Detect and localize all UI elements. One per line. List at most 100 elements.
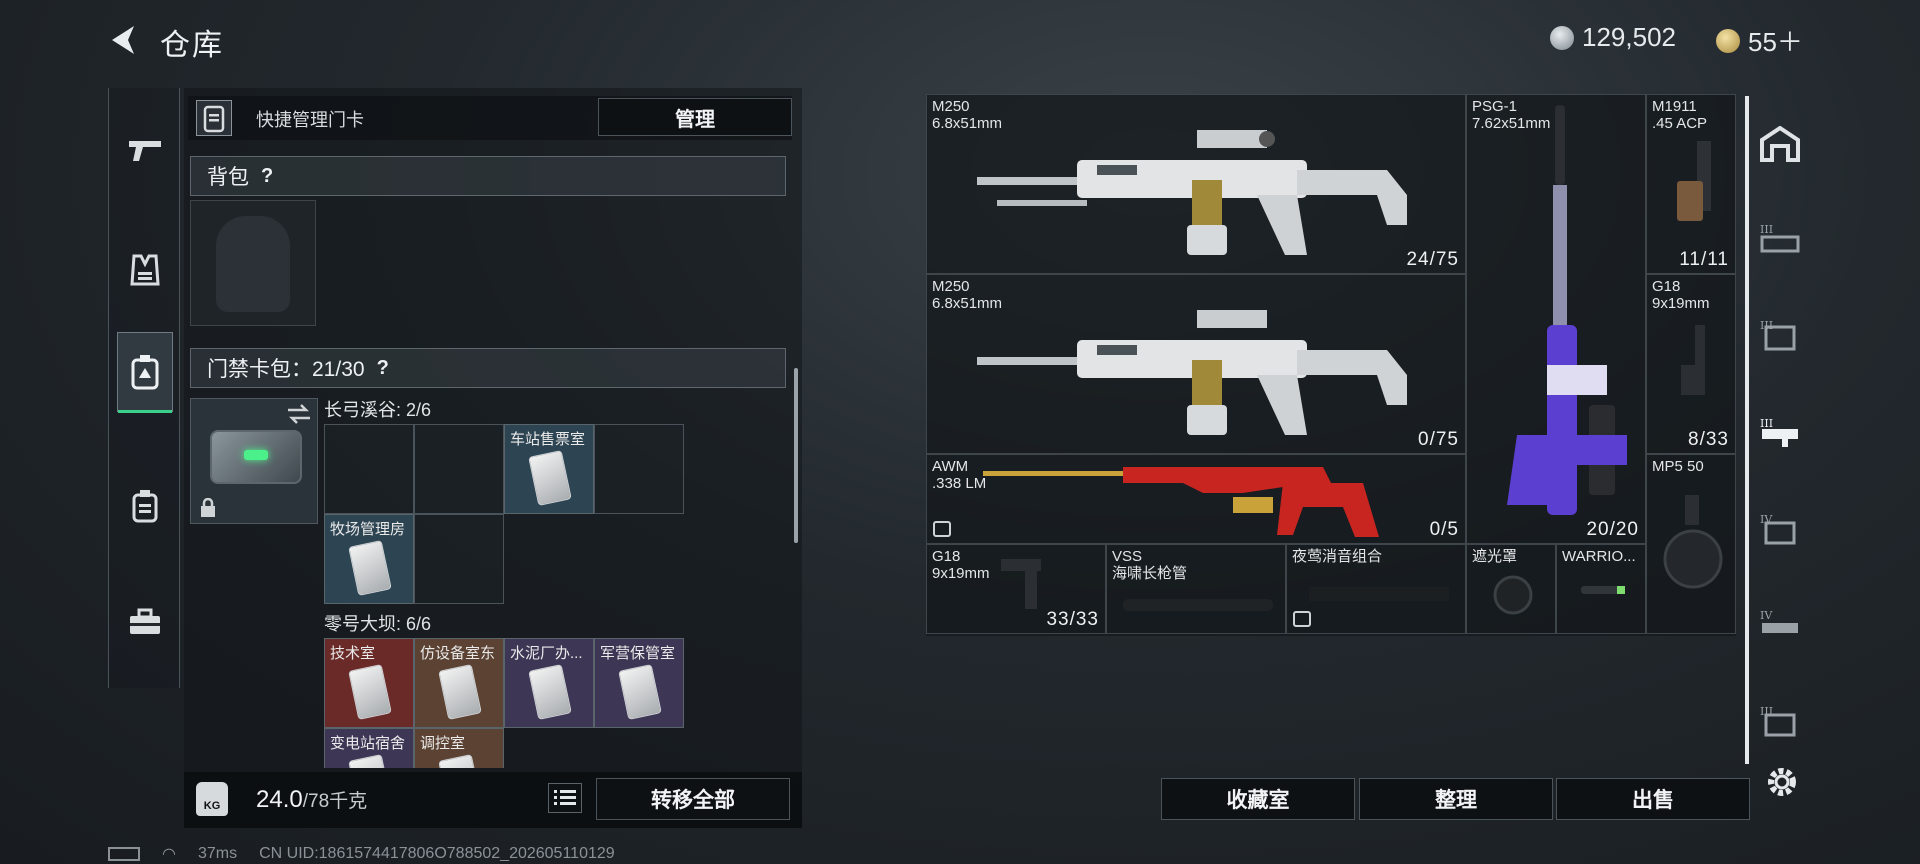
g18-image: [1001, 559, 1041, 609]
storage-room-icon[interactable]: [1756, 120, 1804, 168]
item-name: AWM .338 LM: [932, 458, 987, 492]
list-view-icon[interactable]: [548, 783, 582, 813]
backpack-icon[interactable]: [117, 466, 173, 546]
group-title-longbow: 长弓溪谷: 2/6: [324, 400, 432, 420]
item-m250-1[interactable]: M250 6.8x51mm 24/75: [926, 94, 1466, 274]
barrel-image: [1123, 599, 1273, 611]
keycard-name: 调控室: [420, 735, 466, 752]
ammo-count: 0/75: [1418, 429, 1459, 450]
silver-currency[interactable]: 129,502: [1550, 22, 1676, 53]
ammo-count: 0/5: [1429, 519, 1459, 540]
shelf-iii-c-icon[interactable]: III: [1756, 408, 1804, 456]
svg-text:IV: IV: [1760, 609, 1773, 622]
keycard-barracks-storage[interactable]: 军营保管室: [594, 638, 684, 728]
item-name: VSS 海啸长枪管: [1112, 548, 1188, 582]
gun-icon[interactable]: [117, 110, 173, 190]
back-icon[interactable]: [104, 20, 144, 60]
ammo-count: 33/33: [1046, 609, 1099, 630]
manage-button[interactable]: 管理: [598, 98, 792, 136]
armor-vest-icon[interactable]: [117, 230, 173, 310]
m250-image: [977, 310, 1407, 435]
m1911-image: [1677, 141, 1711, 221]
keycard-image: [528, 664, 572, 720]
keycard-image: [348, 664, 392, 720]
keycard-image: [438, 754, 482, 768]
weight-display: 24.0/78千克: [256, 786, 367, 814]
uid-text: CN UID:1861574417806O788502_202605110129: [259, 845, 615, 862]
toolbox-icon[interactable]: [117, 582, 173, 662]
empty-slot[interactable]: [414, 514, 504, 604]
weight-max: /78千克: [302, 791, 368, 812]
keycard-case-icon[interactable]: [117, 332, 173, 413]
keycard-image: [618, 664, 662, 720]
empty-slot[interactable]: [414, 424, 504, 514]
item-g18-2[interactable]: G18 9x19mm 33/33: [926, 544, 1106, 634]
silver-coin-icon: [1550, 25, 1574, 50]
item-m250-2[interactable]: M250 6.8x51mm 0/75: [926, 274, 1466, 454]
gold-amount: 55＋: [1748, 27, 1803, 57]
keycard-name: 仿设备室东: [420, 645, 496, 662]
empty-slot[interactable]: [594, 424, 684, 514]
backpack-silhouette-icon: [216, 216, 290, 312]
item-vss-barrel[interactable]: VSS 海啸长枪管: [1106, 544, 1286, 634]
item-suppressor-combo[interactable]: 夜莺消音组合: [1286, 544, 1466, 634]
shelf-iii-icon[interactable]: III: [1756, 214, 1804, 262]
backpack-title: 背包: [207, 166, 249, 189]
ammo-count: 8/33: [1688, 429, 1729, 450]
keycard-image: [348, 540, 392, 596]
item-warrior[interactable]: WARRIO...: [1556, 544, 1646, 634]
left-tab-strip: [108, 88, 180, 688]
item-sunshade[interactable]: 遮光罩: [1466, 544, 1556, 634]
svg-text:III: III: [1760, 223, 1773, 236]
item-name: G18 9x19mm: [1652, 278, 1710, 312]
right-tab-strip: III III III IV IV III: [1748, 92, 1812, 764]
group-title-zero-dam: 零号大坝: 6/6: [324, 614, 432, 634]
longbow-keycard-grid: 车站售票室 牧场管理房: [324, 424, 684, 604]
stash-grid: M250 6.8x51mm 24/75 M250 6.8x51mm 0/75 A…: [926, 94, 1736, 636]
keycard-help-icon[interactable]: ?: [377, 357, 389, 380]
keycard-name: 变电站宿舍: [330, 735, 406, 752]
drum-mag-image: [1663, 495, 1723, 589]
keycard-ranch-office[interactable]: 牧场管理房: [324, 514, 414, 604]
psg1-image: [1507, 105, 1627, 515]
backpack-help-icon[interactable]: ?: [261, 165, 273, 188]
keycard-cement-office[interactable]: 水泥厂办...: [504, 638, 594, 728]
keycard-tech-room[interactable]: 技术室: [324, 638, 414, 728]
keycard-name: 军营保管室: [600, 645, 676, 662]
gold-coin-icon: [1716, 28, 1740, 53]
keycard-name: 技术室: [330, 645, 376, 662]
organize-button[interactable]: 整理: [1359, 778, 1553, 820]
shelf-iv-icon[interactable]: IV: [1756, 504, 1804, 552]
swap-icon[interactable]: [286, 403, 312, 430]
item-name: MP5 50: [1652, 458, 1704, 475]
settings-gear-icon[interactable]: [1764, 764, 1800, 800]
left-panel-scrollbar[interactable]: [794, 368, 798, 543]
keycard-manage-icon: [196, 100, 232, 136]
empty-slot[interactable]: [324, 424, 414, 514]
m250-image: [977, 130, 1407, 255]
keycard-station-ticket[interactable]: 车站售票室: [504, 424, 594, 514]
keycard-image: [438, 664, 482, 720]
transfer-all-button[interactable]: 转移全部: [596, 778, 790, 820]
item-mp5-50[interactable]: MP5 50: [1646, 454, 1736, 634]
keycard-image: [528, 450, 572, 506]
collection-room-button[interactable]: 收藏室: [1161, 778, 1355, 820]
shelf-iv-b-icon[interactable]: IV: [1756, 600, 1804, 648]
g18-image: [1681, 325, 1705, 395]
gold-currency[interactable]: 55＋: [1716, 22, 1803, 59]
item-awm[interactable]: AWM .338 LM 0/5: [926, 454, 1466, 544]
shelf-iii-b-icon[interactable]: III: [1756, 310, 1804, 358]
item-m1911[interactable]: M1911.45 ACP 11/11: [1646, 94, 1736, 274]
item-psg1[interactable]: PSG-1 7.62x51mm 20/20: [1466, 94, 1646, 544]
keycard-substation-dorm[interactable]: 变电站宿舍: [324, 728, 414, 768]
awm-image: [983, 467, 1379, 537]
ammo-count: 11/11: [1679, 249, 1729, 270]
shelf-v-icon[interactable]: III: [1756, 696, 1804, 744]
keycard-equipment-east[interactable]: 仿设备室东: [414, 638, 504, 728]
keycard-case-title: 门禁卡包：21/30: [207, 358, 365, 381]
item-g18-1[interactable]: G18 9x19mm 8/33: [1646, 274, 1736, 454]
keycard-control-room[interactable]: 调控室: [414, 728, 504, 768]
keycard-name: 水泥厂办...: [510, 645, 583, 662]
sell-button[interactable]: 出售: [1556, 778, 1750, 820]
sunshade-image: [1493, 575, 1533, 615]
